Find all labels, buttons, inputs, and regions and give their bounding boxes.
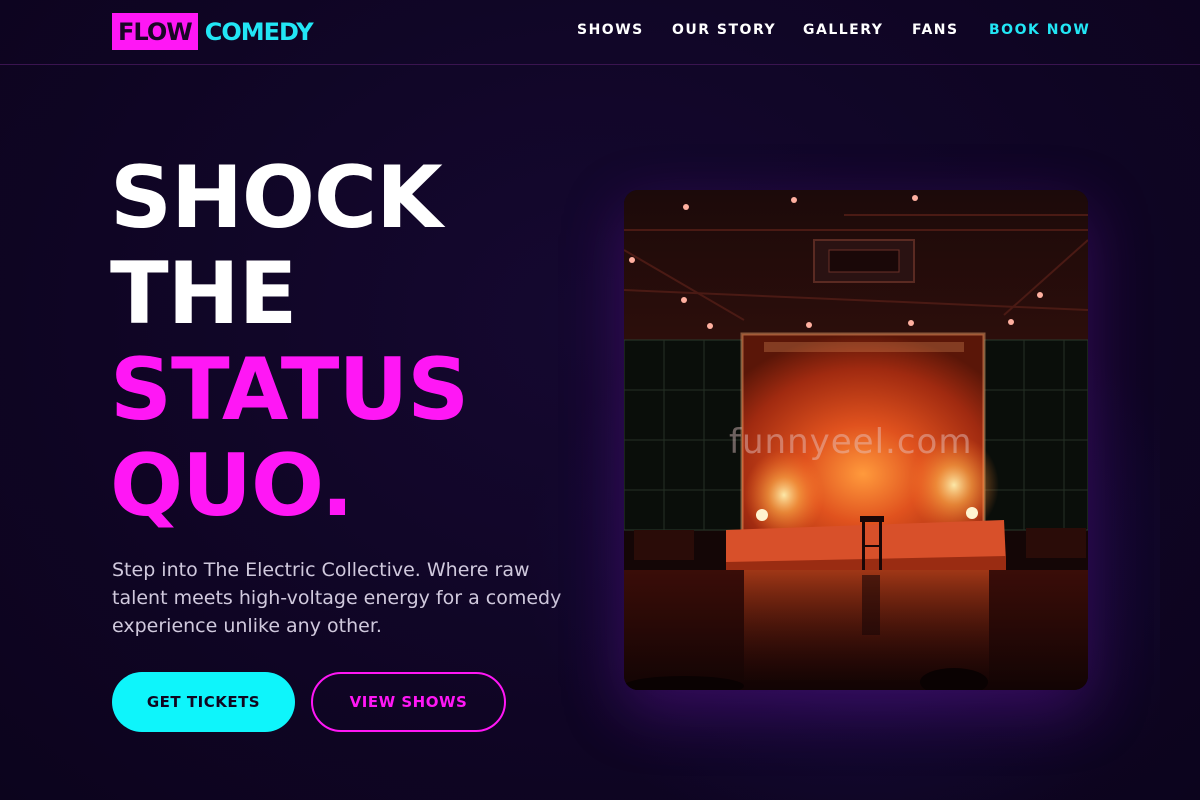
nav-item-fans[interactable]: FANS	[912, 22, 959, 38]
view-shows-button[interactable]: VIEW SHOWS	[311, 672, 506, 732]
nav-item-shows[interactable]: SHOWS	[577, 22, 644, 38]
top-nav: FLOW COMEDY SHOWS OUR STORY GALLERY FANS…	[0, 0, 1200, 65]
stage-photo: funnyeel.com	[624, 190, 1088, 690]
headline-line-2: THE	[110, 244, 297, 344]
image-watermark: funnyeel.com	[729, 422, 973, 462]
nav-item-our-story[interactable]: OUR STORY	[672, 22, 776, 38]
get-tickets-button[interactable]: GET TICKETS	[112, 672, 295, 732]
page: FLOW COMEDY SHOWS OUR STORY GALLERY FANS…	[0, 0, 1200, 800]
headline-line-4: QUO.	[110, 436, 354, 536]
hero-headline: SHOCK THE STATUS QUO.	[110, 148, 469, 536]
nav-links: SHOWS OUR STORY GALLERY FANS BOOK NOW	[0, 22, 1200, 40]
headline-line-1: SHOCK	[110, 148, 443, 248]
headline-line-3: STATUS	[110, 340, 469, 440]
nav-item-book-now[interactable]: BOOK NOW	[989, 22, 1090, 38]
nav-item-gallery[interactable]: GALLERY	[803, 22, 883, 38]
hero-description: Step into The Electric Collective. Where…	[112, 559, 562, 637]
